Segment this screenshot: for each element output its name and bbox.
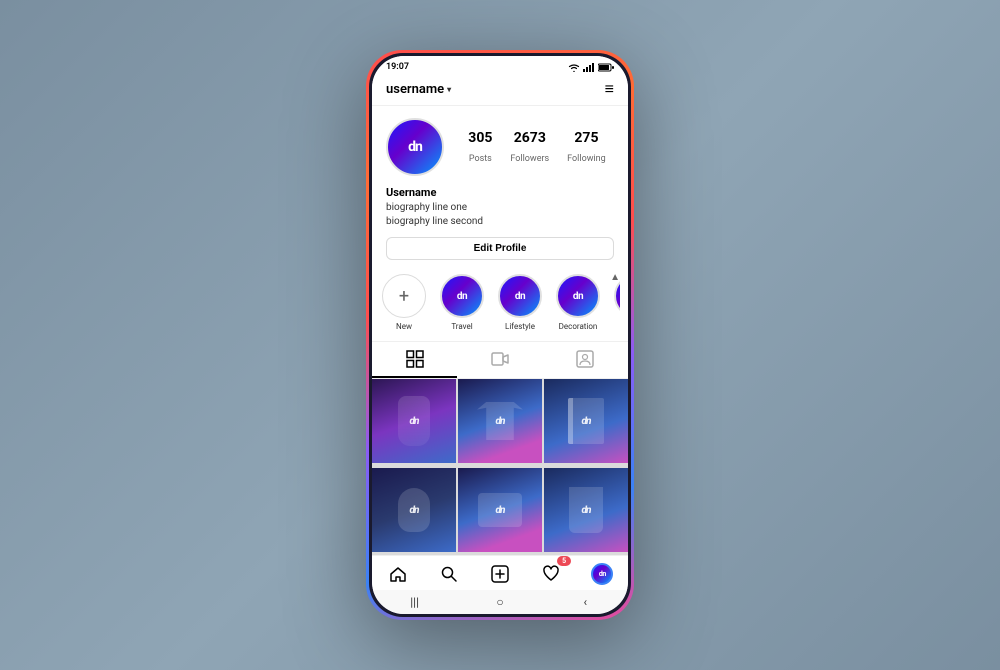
top-nav: username ▾ ≡ (372, 75, 628, 106)
stat-followers: 2673 Followers (510, 130, 549, 165)
android-home-button[interactable]: ○ (488, 595, 512, 609)
highlight-travel[interactable]: dn Travel (438, 274, 486, 331)
content-tab-bar (372, 342, 628, 379)
nav-username: username (386, 82, 444, 97)
product-image-notebook: dn (544, 379, 628, 463)
highlights-section: ▲ + New dn Travel (372, 268, 628, 342)
username-nav-container[interactable]: username ▾ (386, 82, 451, 97)
grid-cell-5[interactable]: dn (458, 468, 542, 552)
profile-bio-line2: biography line second (386, 215, 614, 229)
grid-cell-1[interactable]: dn (372, 379, 456, 463)
chevron-down-icon: ▾ (447, 85, 451, 94)
highlight-new-label: New (396, 322, 412, 331)
highlight-lifestyle-text: dn (515, 291, 525, 302)
video-icon (491, 350, 509, 368)
avatar: dn (386, 118, 444, 176)
highlights-row: + New dn Travel dn (380, 274, 620, 333)
followers-label: Followers (510, 154, 549, 164)
phone-screen: 19:07 (372, 56, 628, 614)
phone-inner: 19:07 (369, 53, 631, 617)
grid-cell-4[interactable]: dn (372, 468, 456, 552)
followers-count: 2673 (510, 130, 549, 146)
product-image-card: dn (458, 468, 542, 552)
following-label: Following (567, 154, 606, 164)
hamburger-icon[interactable]: ≡ (605, 79, 614, 99)
phone-mockup: 19:07 (366, 50, 634, 620)
highlight-lifestyle-label: Lifestyle (505, 322, 535, 331)
profile-bio-line1: biography line one (386, 201, 614, 215)
home-nav-button[interactable] (384, 562, 412, 586)
profile-top: dn 305 Posts 2673 Followers (386, 118, 614, 176)
heart-icon (542, 565, 560, 583)
highlight-decoration[interactable]: dn Decoration (554, 274, 602, 331)
search-nav-button[interactable] (435, 562, 463, 586)
grid-icon (406, 350, 424, 368)
battery-icon (598, 63, 614, 72)
highlight-decoration-label: Decoration (559, 322, 598, 331)
stat-following: 275 Following (567, 130, 606, 165)
highlight-travel-label: Travel (451, 322, 472, 331)
home-icon (389, 565, 407, 583)
highlight-travel-circle: dn (440, 274, 484, 318)
person-tag-icon (576, 350, 594, 368)
following-count: 275 (567, 130, 606, 146)
android-nav: ||| ○ ‹ (372, 590, 628, 614)
grid-cell-3[interactable]: dn (544, 379, 628, 463)
highlight-lifestyle-circle: dn (498, 274, 542, 318)
avatar-initials: dn (408, 139, 422, 155)
tab-tagged[interactable] (543, 342, 628, 378)
android-back-button[interactable]: ‹ (573, 595, 597, 609)
add-nav-button[interactable] (486, 562, 514, 586)
product-image-tshirt: dn (458, 379, 542, 463)
wifi-icon (568, 63, 580, 72)
stat-posts: 305 Posts (468, 130, 492, 165)
tab-grid[interactable] (372, 342, 457, 378)
highlight-decoration-text: dn (573, 291, 583, 302)
avatar-container: dn (386, 118, 444, 176)
search-icon (440, 565, 458, 583)
bottom-nav: 5 dn (372, 555, 628, 590)
photo-grid: dn dn dn (372, 379, 628, 555)
highlight-travel-text: dn (457, 291, 467, 302)
grid-cell-2[interactable]: dn (458, 379, 542, 463)
profile-nav-button[interactable]: dn (588, 562, 616, 586)
posts-count: 305 (468, 130, 492, 146)
status-bar: 19:07 (372, 56, 628, 75)
grid-cell-6[interactable]: dn (544, 468, 628, 552)
profile-nav-avatar: dn (591, 563, 613, 585)
profile-nav-initials: dn (599, 570, 606, 578)
tab-video[interactable] (457, 342, 542, 378)
highlight-lifestyle[interactable]: dn Lifestyle (496, 274, 544, 331)
heart-nav-container[interactable]: 5 (537, 562, 565, 586)
product-image-mouse: dn (372, 468, 456, 552)
product-image-bag: dn (544, 468, 628, 552)
phone-frame: 19:07 (366, 50, 634, 620)
highlight-decoration-circle: dn (556, 274, 600, 318)
signal-icon (583, 63, 595, 72)
status-time: 19:07 (386, 62, 409, 72)
profile-name: Username (386, 186, 614, 199)
highlight-new[interactable]: + New (380, 274, 428, 331)
new-highlight-circle: + (382, 274, 426, 318)
product-image-socks: dn (372, 379, 456, 463)
collapse-icon[interactable]: ▲ (610, 272, 620, 283)
posts-label: Posts (469, 154, 492, 164)
add-icon (491, 565, 509, 583)
heart-badge: 5 (557, 556, 571, 566)
status-icons (568, 63, 614, 72)
android-recents-button[interactable]: ||| (403, 595, 427, 609)
profile-section: dn 305 Posts 2673 Followers (372, 106, 628, 268)
edit-profile-button[interactable]: Edit Profile (386, 237, 614, 260)
stats-row: 305 Posts 2673 Followers 275 Following (460, 130, 614, 165)
